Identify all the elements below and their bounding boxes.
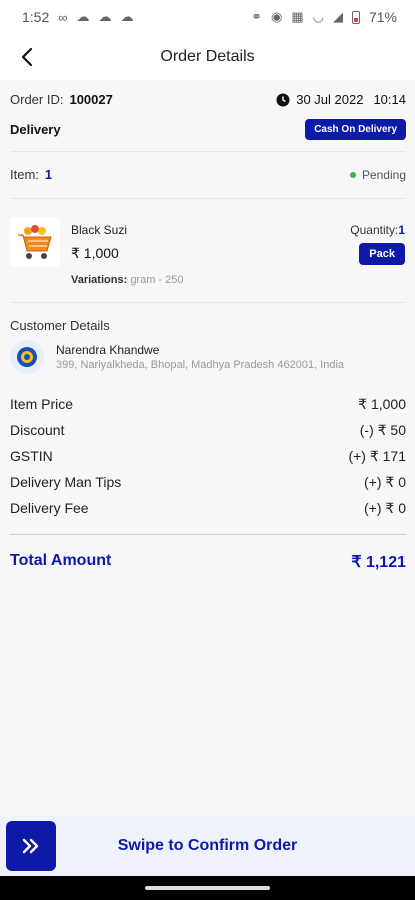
quantity-label: Quantity: <box>350 223 399 237</box>
product-price: ₹ 1,000 <box>71 245 119 261</box>
total-row: Total Amount ₹ 1,121 <box>10 552 406 572</box>
delivery-type: Delivery <box>10 122 61 137</box>
battery-icon <box>351 10 360 24</box>
price-row-discount: Discount (-) ₹ 50 <box>10 422 406 439</box>
divider <box>10 198 406 199</box>
price-label: Delivery Fee <box>10 500 89 516</box>
pack-button[interactable]: Pack <box>359 243 405 265</box>
price-row-delivery-tips: Delivery Man Tips (+) ₹ 0 <box>10 474 406 491</box>
price-value: (-) ₹ 50 <box>359 422 406 438</box>
link-icon: ⚭ <box>251 9 262 24</box>
order-id-value: 100027 <box>69 92 113 107</box>
order-date: 30 Jul 2022 <box>296 92 364 107</box>
quantity-value: 1 <box>398 223 405 237</box>
item-count-label: Item: <box>10 167 39 182</box>
price-value: (+) ₹ 0 <box>364 474 406 490</box>
cloud-icon: ☁ <box>120 9 134 24</box>
clock-icon <box>276 93 290 106</box>
order-time: 10:14 <box>373 92 406 107</box>
price-row-item-price: Item Price ₹ 1,000 <box>10 396 406 413</box>
order-status: Pending <box>361 167 406 182</box>
back-arrow-icon <box>21 47 33 67</box>
cloud-icon: ☁ <box>98 9 112 24</box>
order-id-row: Order ID: 100027 30 Jul 2022 10:14 <box>10 92 406 107</box>
battery-percent: 71% <box>368 9 397 25</box>
price-label: Delivery Man Tips <box>10 474 122 490</box>
divider <box>10 302 406 303</box>
wifi-icon: ▦ <box>291 9 304 24</box>
items-row: Item: 1 Pending <box>10 167 406 182</box>
variations-label: Variations: <box>71 274 128 286</box>
avatar-icon <box>17 347 37 367</box>
swipe-label: Swipe to Confirm Order <box>117 837 298 854</box>
system-nav-bar <box>0 876 415 900</box>
order-id-label: Order ID: <box>10 92 64 107</box>
price-value: ₹ 1,000 <box>358 396 406 412</box>
shopping-cart-icon <box>18 225 52 259</box>
back-button[interactable] <box>12 42 42 72</box>
price-label: GSTIN <box>10 448 53 464</box>
status-bar: 1:52 ∞ ☁ ☁ ☁ ⚭ ◉ ▦ ◡ ◢ 71% <box>0 0 415 34</box>
price-value: (+) ₹ 0 <box>364 500 406 516</box>
price-label: Item Price <box>10 396 74 412</box>
product-variations: Variations: gram - 250 <box>71 274 184 286</box>
status-dot-icon <box>349 171 356 178</box>
divider <box>10 151 406 152</box>
customer-name: Narendra Khandwe <box>56 343 160 357</box>
item-count-value: 1 <box>44 167 53 182</box>
payment-method-badge: Cash On Delivery <box>305 119 406 140</box>
cloud-icon: ☁ <box>76 9 90 24</box>
product-image <box>10 217 60 267</box>
customer-section-title: Customer Details <box>10 318 110 333</box>
price-label: Discount <box>10 422 65 438</box>
swipe-confirm-bar[interactable]: Swipe to Confirm Order <box>0 816 415 876</box>
signal-icon: ◢ <box>332 9 343 24</box>
total-label: Total Amount <box>10 552 112 569</box>
wifi-icon: ◡ <box>312 9 324 24</box>
price-row-gstin: GSTIN (+) ₹ 171 <box>10 448 406 465</box>
customer-avatar <box>10 340 44 374</box>
page-title: Order Details <box>160 48 255 65</box>
home-indicator[interactable] <box>145 886 270 890</box>
infinity-icon: ∞ <box>58 9 68 25</box>
status-time: 1:52 <box>22 9 50 25</box>
price-row-delivery-fee: Delivery Fee (+) ₹ 0 <box>10 500 406 517</box>
product-quantity: Quantity:1 <box>350 223 405 237</box>
variations-value: gram - 250 <box>130 274 184 286</box>
customer-address: 399, Nariyalkheda, Bhopal, Madhya Prades… <box>56 359 345 371</box>
delivery-row: Delivery Cash On Delivery <box>10 119 406 140</box>
product-name: Black Suzi <box>71 223 128 237</box>
eye-icon: ◉ <box>270 9 283 24</box>
price-value: (+) ₹ 171 <box>348 448 406 464</box>
app-header: Order Details <box>0 34 415 80</box>
divider <box>10 534 406 535</box>
total-value: ₹ 1,121 <box>351 554 406 571</box>
